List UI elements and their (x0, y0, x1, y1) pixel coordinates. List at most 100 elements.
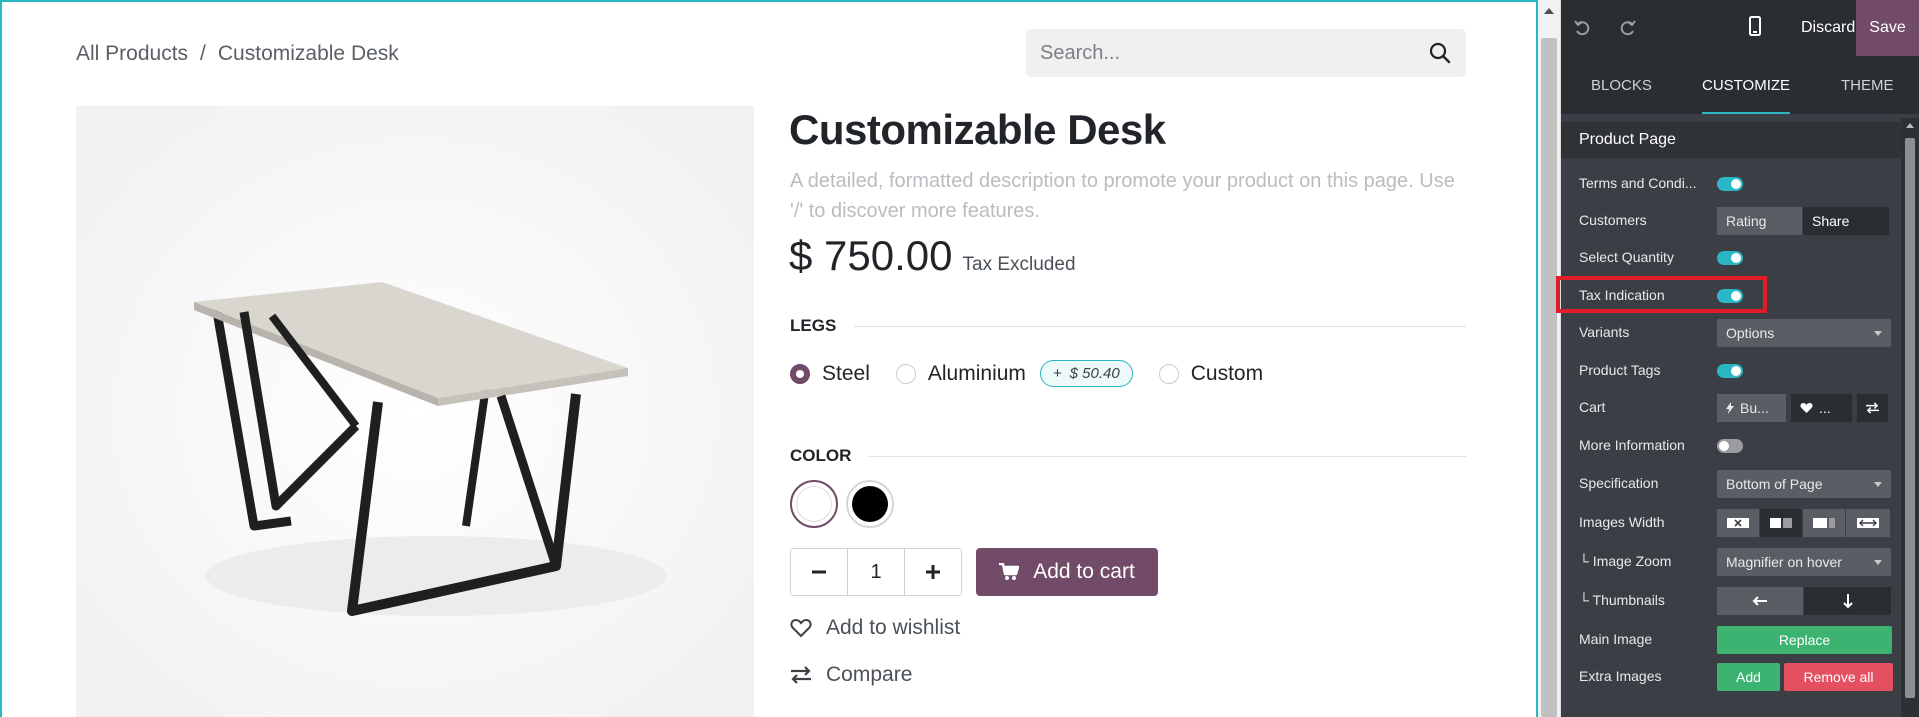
legs-option-custom[interactable]: Custom (1158, 362, 1263, 386)
quantity-increase-button[interactable] (905, 549, 961, 595)
product-price: $ 750.00 Tax Excluded (789, 232, 1076, 280)
color-divider (869, 455, 1466, 457)
thumbnails-bottom-button[interactable] (1804, 587, 1891, 615)
price-extra-badge: + $ 50.40 (1039, 360, 1133, 387)
thumbnails-left-button[interactable] (1717, 587, 1804, 615)
swatch-fill (796, 486, 832, 522)
undo-button[interactable] (1561, 0, 1605, 56)
price-extra-value: $ 50.40 (1069, 365, 1120, 382)
section-title-product-page[interactable]: Product Page (1561, 122, 1901, 158)
customers-rating-button[interactable]: Rating (1717, 207, 1803, 235)
option-main-image: Main Image Replace (1579, 624, 1897, 654)
scroll-up-arrow-icon[interactable] (1906, 123, 1914, 128)
color-swatch-white[interactable] (790, 480, 838, 528)
legs-heading-label: LEGS (790, 316, 837, 335)
select-value: Magnifier on hover (1726, 554, 1842, 570)
color-heading: COLOR (790, 446, 1466, 466)
cart-icon (999, 563, 1020, 580)
select-value: Bottom of Page (1726, 476, 1823, 492)
radio-icon[interactable] (1158, 363, 1179, 384)
option-thumbnails: └ Thumbnails (1579, 585, 1897, 615)
option-image-zoom: └ Image Zoom Magnifier on hover (1579, 546, 1897, 576)
panel-scrollbar[interactable] (1901, 118, 1919, 717)
thumbnails-segmented (1717, 587, 1891, 615)
image-two-thirds-icon (1813, 518, 1835, 528)
color-swatches (790, 480, 894, 528)
tab-theme[interactable]: THEME (1841, 56, 1894, 114)
chevron-down-icon (1874, 559, 1882, 565)
customers-share-button[interactable]: Share (1803, 207, 1890, 235)
minus-icon (812, 570, 826, 574)
radio-selected-icon[interactable] (790, 363, 810, 384)
add-to-wishlist-link[interactable]: Add to wishlist (790, 616, 960, 640)
replace-image-button[interactable]: Replace (1717, 626, 1892, 654)
add-extra-images-button[interactable]: Add (1717, 663, 1780, 691)
radio-icon[interactable] (895, 363, 916, 384)
specification-select[interactable]: Bottom of Page (1717, 470, 1891, 498)
save-button[interactable]: Save (1856, 0, 1919, 56)
product-description[interactable]: A detailed, formatted description to pro… (790, 166, 1470, 226)
cart-wishlist-button[interactable]: ... (1791, 394, 1853, 422)
product-image[interactable] (76, 106, 754, 717)
option-label: Terms and Condi... (1579, 175, 1697, 191)
editor-tabs: BLOCKS CUSTOMIZE THEME (1561, 56, 1919, 114)
quantity-decrease-button[interactable] (791, 549, 847, 595)
color-heading-label: COLOR (790, 446, 852, 465)
search-input[interactable] (1040, 41, 1428, 65)
terms-toggle[interactable] (1717, 177, 1743, 191)
images-width-66-button[interactable] (1803, 509, 1846, 537)
legs-option-steel[interactable]: Steel (790, 362, 870, 386)
option-label: Images Width (1579, 514, 1665, 530)
more-information-toggle[interactable] (1717, 439, 1743, 453)
images-width-none-button[interactable] (1717, 509, 1760, 537)
legs-divider (854, 325, 1466, 327)
product-tags-toggle[interactable] (1717, 364, 1743, 378)
desk-illustration (76, 106, 754, 717)
quantity-input[interactable]: 1 (847, 549, 905, 595)
remove-all-images-button[interactable]: Remove all (1784, 663, 1893, 691)
select-quantity-toggle[interactable] (1717, 251, 1743, 265)
page: All Products / Customizable Desk Search.… (0, 0, 1919, 717)
color-swatch-black[interactable] (846, 480, 894, 528)
option-label: More Information (1579, 437, 1685, 453)
cart-compare-button[interactable] (1857, 394, 1889, 422)
search-icon[interactable] (1428, 41, 1452, 65)
breadcrumb-current: Customizable Desk (217, 42, 399, 65)
legs-option-aluminium[interactable]: Aluminium (895, 361, 1026, 386)
search-box (1026, 29, 1466, 77)
toggle-knob (1731, 179, 1741, 189)
tab-customize[interactable]: CUSTOMIZE (1702, 56, 1791, 114)
editor-topbar: Discard Save (1561, 0, 1919, 56)
option-specification: Specification Bottom of Page (1579, 468, 1897, 498)
undo-icon (1574, 20, 1590, 36)
customers-segmented: Rating Share (1717, 207, 1890, 235)
option-tax-indication: Tax Indication (1579, 280, 1897, 310)
legs-option-label: Aluminium (927, 361, 1026, 385)
add-to-cart-button[interactable]: Add to cart (976, 548, 1158, 596)
scroll-up-arrow-icon[interactable] (1544, 8, 1554, 14)
cart-buy-now-button[interactable]: Bu... (1717, 394, 1787, 422)
mobile-preview-button[interactable] (1749, 16, 1761, 41)
image-zoom-select[interactable]: Magnifier on hover (1717, 548, 1891, 576)
add-to-cart-label: Add to cart (1033, 560, 1135, 583)
toggle-knob (1719, 441, 1729, 451)
compare-link[interactable]: Compare (790, 663, 912, 687)
redo-button[interactable] (1605, 0, 1649, 56)
images-width-50-button[interactable] (1760, 509, 1803, 537)
plus-icon (926, 565, 940, 579)
images-width-full-button[interactable] (1846, 509, 1890, 537)
option-label: └ Thumbnails (1579, 592, 1665, 608)
bolt-icon (1726, 402, 1734, 414)
website-preview: All Products / Customizable Desk Search.… (0, 0, 1538, 717)
option-label: Extra Images (1579, 668, 1662, 684)
breadcrumb-all-products[interactable]: All Products (76, 42, 188, 66)
website-scrollbar[interactable] (1538, 0, 1560, 717)
cart-options: Bu... ... (1717, 394, 1889, 422)
compare-arrows-icon (791, 666, 811, 684)
option-label: Customers (1579, 212, 1647, 228)
variants-select[interactable]: Options (1717, 319, 1891, 347)
tab-blocks[interactable]: BLOCKS (1591, 56, 1652, 114)
scrollbar-thumb[interactable] (1905, 138, 1915, 698)
scrollbar-thumb[interactable] (1541, 38, 1557, 717)
tax-indication-toggle[interactable] (1717, 289, 1743, 303)
